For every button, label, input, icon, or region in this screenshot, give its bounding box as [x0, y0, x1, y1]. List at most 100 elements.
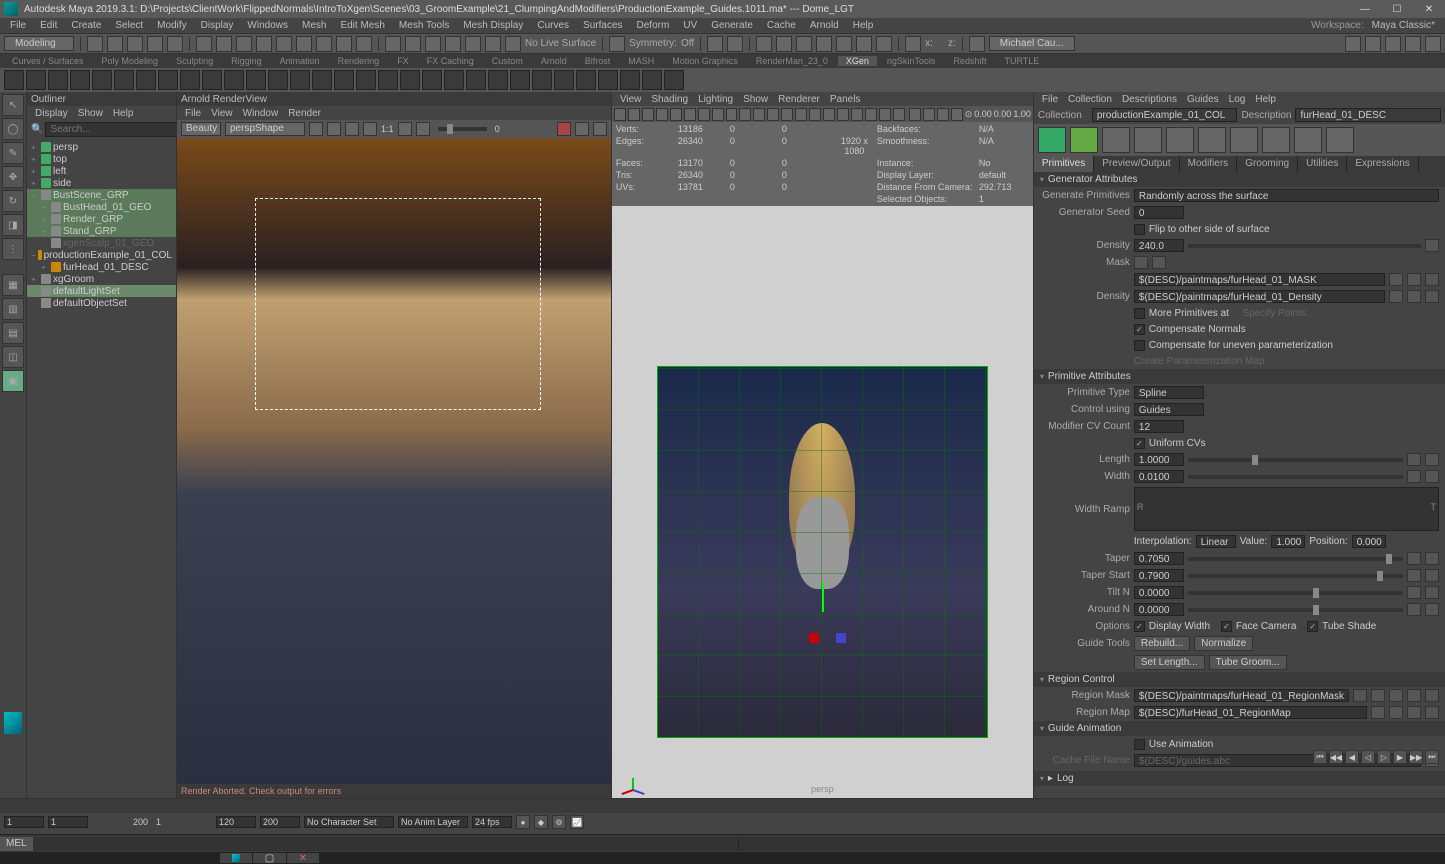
- shelf-icon[interactable]: [422, 70, 442, 90]
- expand-icon[interactable]: [1407, 552, 1421, 565]
- xgen-tab-expressions[interactable]: Expressions: [1347, 156, 1418, 172]
- snap-point-icon[interactable]: [425, 36, 441, 52]
- vp-icon[interactable]: [712, 108, 724, 121]
- xgen-tab-utilities[interactable]: Utilities: [1298, 156, 1347, 172]
- menu-edit[interactable]: Edit: [34, 20, 63, 31]
- layout-icon[interactable]: ▦: [2, 274, 24, 296]
- outliner-menu-show[interactable]: Show: [74, 108, 107, 119]
- toggle-channel-icon[interactable]: [1385, 36, 1401, 52]
- outliner-search-input[interactable]: [45, 122, 187, 137]
- vp-icon[interactable]: [656, 108, 668, 121]
- width-input[interactable]: 0.0100: [1134, 470, 1184, 483]
- live-object-icon[interactable]: [505, 36, 521, 52]
- play-fwd-icon[interactable]: ▷: [1377, 750, 1391, 764]
- vp-icon[interactable]: [837, 108, 849, 121]
- save-icon[interactable]: [1389, 689, 1403, 702]
- tilt-n-input[interactable]: 0.0000: [1134, 586, 1184, 599]
- expand-icon[interactable]: [1134, 256, 1148, 269]
- next-key-icon[interactable]: ▶: [1393, 750, 1407, 764]
- vp-menu-view[interactable]: View: [616, 94, 646, 105]
- menu-modify[interactable]: Modify: [151, 20, 192, 31]
- range-end-input[interactable]: 120: [216, 816, 256, 828]
- ramp-value-input[interactable]: 1.000: [1271, 535, 1305, 548]
- xgen-tab-modifiers[interactable]: Modifiers: [1180, 156, 1238, 172]
- go-end-icon[interactable]: ⏭: [1425, 750, 1439, 764]
- select-mode-icon[interactable]: [256, 36, 272, 52]
- snap-view-plane-icon[interactable]: [485, 36, 501, 52]
- select-mode-icon[interactable]: [236, 36, 252, 52]
- layout-icon[interactable]: ▣: [2, 370, 24, 392]
- shelf-icon[interactable]: [664, 70, 684, 90]
- chevron-down-icon[interactable]: [1425, 470, 1439, 483]
- rv-menu-window[interactable]: Window: [239, 108, 283, 119]
- density-input[interactable]: 240.0: [1134, 239, 1184, 252]
- open-scene-icon[interactable]: [107, 36, 123, 52]
- crop-icon[interactable]: [398, 122, 412, 136]
- save-icon[interactable]: [1407, 290, 1421, 303]
- ramp-position-input[interactable]: 0.000: [1352, 535, 1386, 548]
- vp-icon[interactable]: [642, 108, 654, 121]
- vp-icon[interactable]: [781, 108, 793, 121]
- menu-surfaces[interactable]: Surfaces: [577, 20, 628, 31]
- move-tool-icon[interactable]: ✥: [2, 166, 24, 188]
- shelf-tab[interactable]: RenderMan_23_0: [748, 56, 836, 66]
- menu-set-dropdown[interactable]: Modeling: [4, 36, 74, 51]
- flip-checkbox[interactable]: [1134, 224, 1145, 235]
- outliner-menu-help[interactable]: Help: [109, 108, 138, 119]
- vp-icon[interactable]: [865, 108, 877, 121]
- shelf-tab[interactable]: FX: [389, 56, 417, 66]
- xgen-tab-grooming[interactable]: Grooming: [1237, 156, 1298, 172]
- taper-input[interactable]: 0.7050: [1134, 552, 1184, 565]
- more-prim-checkbox[interactable]: [1134, 308, 1145, 319]
- vp-icon[interactable]: [879, 108, 891, 121]
- lasso-tool-icon[interactable]: ◯: [2, 118, 24, 140]
- xgen-tool-icon[interactable]: [1198, 127, 1226, 153]
- close-button[interactable]: ✕: [1417, 2, 1441, 16]
- vp-icon[interactable]: [909, 108, 921, 121]
- vp-icon[interactable]: [614, 108, 626, 121]
- shelf-icon[interactable]: [576, 70, 596, 90]
- xgen-tab-primitives[interactable]: Primitives: [1034, 156, 1094, 172]
- xg-menu-file[interactable]: File: [1038, 94, 1062, 105]
- menu-select[interactable]: Select: [109, 20, 149, 31]
- keyframe-icon[interactable]: ◆: [534, 815, 548, 829]
- taper-start-slider[interactable]: [1188, 574, 1403, 578]
- end-frame-input[interactable]: 200: [260, 816, 300, 828]
- vp-icon[interactable]: [951, 108, 963, 121]
- select-mode-icon[interactable]: [276, 36, 292, 52]
- menu-mesh-display[interactable]: Mesh Display: [457, 20, 529, 31]
- xgen-tool-icon[interactable]: [1038, 127, 1066, 153]
- vp-icon[interactable]: [726, 108, 738, 121]
- shelf-icon[interactable]: [136, 70, 156, 90]
- start-frame-input[interactable]: 1: [4, 816, 44, 828]
- go-start-icon[interactable]: ⏮: [1313, 750, 1327, 764]
- section-primitive[interactable]: Primitive Attributes: [1034, 369, 1445, 384]
- rv-menu-render[interactable]: Render: [284, 108, 325, 119]
- render-seq-icon[interactable]: [796, 36, 812, 52]
- expand-icon[interactable]: [1407, 603, 1421, 616]
- face-cam-checkbox[interactable]: ✓: [1221, 621, 1232, 632]
- mod-cv-input[interactable]: 12: [1134, 420, 1184, 433]
- menu-deform[interactable]: Deform: [631, 20, 676, 31]
- chevron-down-icon[interactable]: [1425, 569, 1439, 582]
- select-mode-icon[interactable]: [196, 36, 212, 52]
- length-slider[interactable]: [1188, 458, 1403, 462]
- xgen-tool-icon[interactable]: [1294, 127, 1322, 153]
- history-icon[interactable]: [707, 36, 723, 52]
- shelf-icon[interactable]: [268, 70, 288, 90]
- layout-icon[interactable]: ◫: [2, 346, 24, 368]
- select-mode-icon[interactable]: [316, 36, 332, 52]
- vp-icon[interactable]: [767, 108, 779, 121]
- snap-plane-icon[interactable]: [445, 36, 461, 52]
- vp-menu-shading[interactable]: Shading: [647, 94, 692, 105]
- shelf-icon[interactable]: [26, 70, 46, 90]
- xgen-tool-icon[interactable]: [1326, 127, 1354, 153]
- shelf-icon[interactable]: [246, 70, 266, 90]
- shelf-icon[interactable]: [532, 70, 552, 90]
- maximize-button[interactable]: ☐: [1385, 2, 1409, 16]
- shelf-tab[interactable]: TURTLE: [996, 56, 1047, 66]
- shelf-icon[interactable]: [378, 70, 398, 90]
- shelf-tab[interactable]: FX Caching: [419, 56, 482, 66]
- shelf-icon[interactable]: [114, 70, 134, 90]
- render-image[interactable]: [177, 138, 611, 784]
